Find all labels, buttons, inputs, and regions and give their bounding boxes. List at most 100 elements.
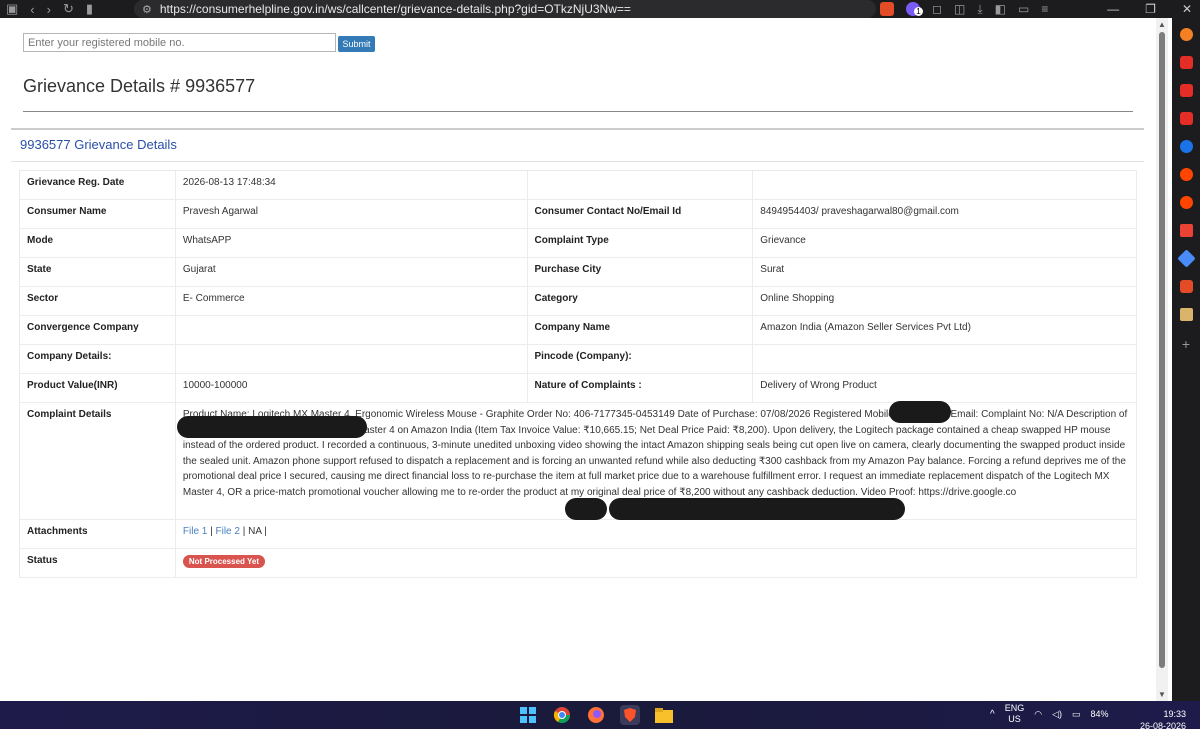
pincode-label: Pincode (Company): <box>527 344 754 374</box>
site-settings-icon[interactable]: ⚙ <box>142 3 152 16</box>
mobile-number-input[interactable] <box>23 33 336 52</box>
complaint-type-label: Complaint Type <box>527 228 754 258</box>
extension-icon[interactable]: 1 <box>906 2 923 16</box>
volume-icon[interactable]: ◁) <box>1052 709 1062 720</box>
table-row: Mode WhatsAPP Complaint Type Grievance <box>19 228 1137 258</box>
table-row: Complaint Details Product Name: Logitech… <box>19 401 1138 520</box>
chrome-icon[interactable] <box>552 705 572 725</box>
category-label: Category <box>527 286 754 316</box>
page-scrollbar[interactable]: ▲ ▼ <box>1156 18 1168 701</box>
minimize-icon[interactable]: — <box>1107 2 1119 16</box>
download-icon[interactable]: ⤓ <box>977 2 982 17</box>
attachments-value: File 1 | File 2 | NA | <box>175 519 1138 549</box>
wallet-icon[interactable]: ▭ <box>1018 2 1029 16</box>
status-badge: Not Processed Yet <box>182 555 265 568</box>
file-1-link[interactable]: File 1 <box>183 526 207 537</box>
browser-nav: ▣ ‹ › ↻ ▮ <box>0 1 134 17</box>
browser-extension-area: 1 ◻ ◫ ⤓ ◧ ▭ ≡ <box>880 0 1048 18</box>
windows-start-icon[interactable] <box>518 705 538 725</box>
restore-icon[interactable]: ❐ <box>1145 2 1156 16</box>
contact-label: Consumer Contact No/Email Id <box>527 199 754 229</box>
convergence-label: Convergence Company <box>19 315 176 345</box>
state-label: State <box>19 257 176 287</box>
submit-button[interactable]: Submit <box>338 36 375 52</box>
firefox-icon[interactable] <box>586 705 606 725</box>
battery-percent: 84% <box>1090 709 1109 719</box>
menu-icon[interactable]: ≡ <box>1041 2 1048 16</box>
forward-icon[interactable]: › <box>47 2 51 17</box>
state-value: Gujarat <box>175 257 528 287</box>
nature-label: Nature of Complaints : <box>527 373 754 403</box>
company-details-label: Company Details: <box>19 344 176 374</box>
battery-icon[interactable]: ▭ <box>1072 709 1081 720</box>
address-bar[interactable]: ⚙ https://consumerhelpline.gov.in/ws/cal… <box>134 0 876 18</box>
youtube-icon[interactable] <box>1179 84 1193 97</box>
scrollbar-thumb[interactable] <box>1159 32 1165 668</box>
reddit-icon[interactable] <box>1179 196 1193 209</box>
puzzle-icon[interactable]: ◻ <box>932 2 942 16</box>
tray-chevron-icon[interactable]: ^ <box>990 709 995 720</box>
youtube-icon[interactable] <box>1179 56 1193 69</box>
table-row: Consumer Name Pravesh Agarwal Consumer C… <box>19 199 1137 229</box>
mode-label: Mode <box>19 228 176 258</box>
page-content: Submit Grievance Details # 9936577 99365… <box>0 18 1156 701</box>
scroll-up-icon[interactable]: ▲ <box>1158 20 1166 29</box>
table-row: Status Not Processed Yet <box>19 548 1138 578</box>
tabs-icon[interactable]: ▣ <box>6 1 18 17</box>
mode-value: WhatsAPP <box>175 228 528 258</box>
clock[interactable]: 19:33 26-08-2026 <box>1140 708 1186 732</box>
sector-value: E- Commerce <box>175 286 528 316</box>
table-row: Attachments File 1 | File 2 | NA | <box>19 519 1138 549</box>
bookmark-icon[interactable]: ▮ <box>86 1 93 17</box>
nature-value: Delivery of Wrong Product <box>752 373 1137 403</box>
product-value-value: 10000-100000 <box>175 373 528 403</box>
gmail-icon[interactable] <box>1179 224 1193 237</box>
system-tray: ^ ENG US ◠ ◁) ▭ 84% <box>990 703 1109 725</box>
browser-toolbar: ▣ ‹ › ↻ ▮ ⚙ https://consumerhelpline.gov… <box>0 0 1200 18</box>
tab-manager-icon[interactable]: ◫ <box>954 2 965 16</box>
wifi-icon[interactable]: ◠ <box>1034 709 1042 720</box>
gemini-icon[interactable] <box>1176 249 1196 268</box>
attachment-na: NA <box>248 526 262 537</box>
table-row: Sector E- Commerce Category Online Shopp… <box>19 286 1137 316</box>
play-icon[interactable] <box>1179 140 1193 153</box>
file-2-link[interactable]: File 2 <box>216 526 240 537</box>
title-divider <box>23 111 1133 112</box>
close-icon[interactable]: ✕ <box>1182 2 1192 16</box>
add-icon[interactable]: + <box>1182 336 1190 352</box>
redaction-mark <box>888 401 951 423</box>
redaction-mark <box>608 498 905 520</box>
category-value: Online Shopping <box>752 286 1137 316</box>
product-value-label: Product Value(INR) <box>19 373 176 403</box>
file-explorer-icon[interactable] <box>654 705 674 725</box>
panel-top-border <box>11 128 1144 130</box>
company-name-label: Company Name <box>527 315 754 345</box>
convergence-value <box>175 315 528 345</box>
back-icon[interactable]: ‹ <box>30 2 34 17</box>
sidebar-toggle-icon[interactable]: ◧ <box>995 2 1006 16</box>
language-indicator[interactable]: ENG US <box>1005 703 1025 725</box>
reddit-icon[interactable] <box>1179 168 1193 181</box>
taskbar-apps <box>518 705 674 725</box>
windows-taskbar: ^ ENG US ◠ ◁) ▭ 84% 19:33 26-08-2026 <box>0 701 1200 732</box>
panel-divider <box>11 161 1144 162</box>
brave-icon[interactable] <box>620 705 640 725</box>
purchase-city-value: Surat <box>752 257 1137 287</box>
profile-icon[interactable] <box>1179 308 1193 321</box>
reload-icon[interactable]: ↻ <box>63 1 74 17</box>
reg-date-value: 2026-08-13 17:48:34 <box>175 170 528 200</box>
table-row: Product Value(INR) 10000-100000 Nature o… <box>19 373 1137 403</box>
sector-label: Sector <box>19 286 176 316</box>
table-row: Convergence Company Company Name Amazon … <box>19 315 1137 345</box>
youtube-icon[interactable] <box>1179 112 1193 125</box>
brave-shields-icon[interactable] <box>880 2 894 16</box>
complaint-details-label: Complaint Details <box>19 402 176 520</box>
table-row: Grievance Reg. Date 2026-08-13 17:48:34 <box>19 170 1137 200</box>
complaint-details-value: Product Name: Logitech MX Master 4, Ergo… <box>176 401 1129 520</box>
settings-icon[interactable] <box>1179 280 1193 293</box>
redaction-mark <box>176 416 367 438</box>
page-title: Grievance Details # 9936577 <box>23 76 256 96</box>
sidepanel-app-icon[interactable] <box>1179 28 1193 41</box>
company-details-value <box>175 344 528 374</box>
scroll-down-icon[interactable]: ▼ <box>1158 690 1166 699</box>
